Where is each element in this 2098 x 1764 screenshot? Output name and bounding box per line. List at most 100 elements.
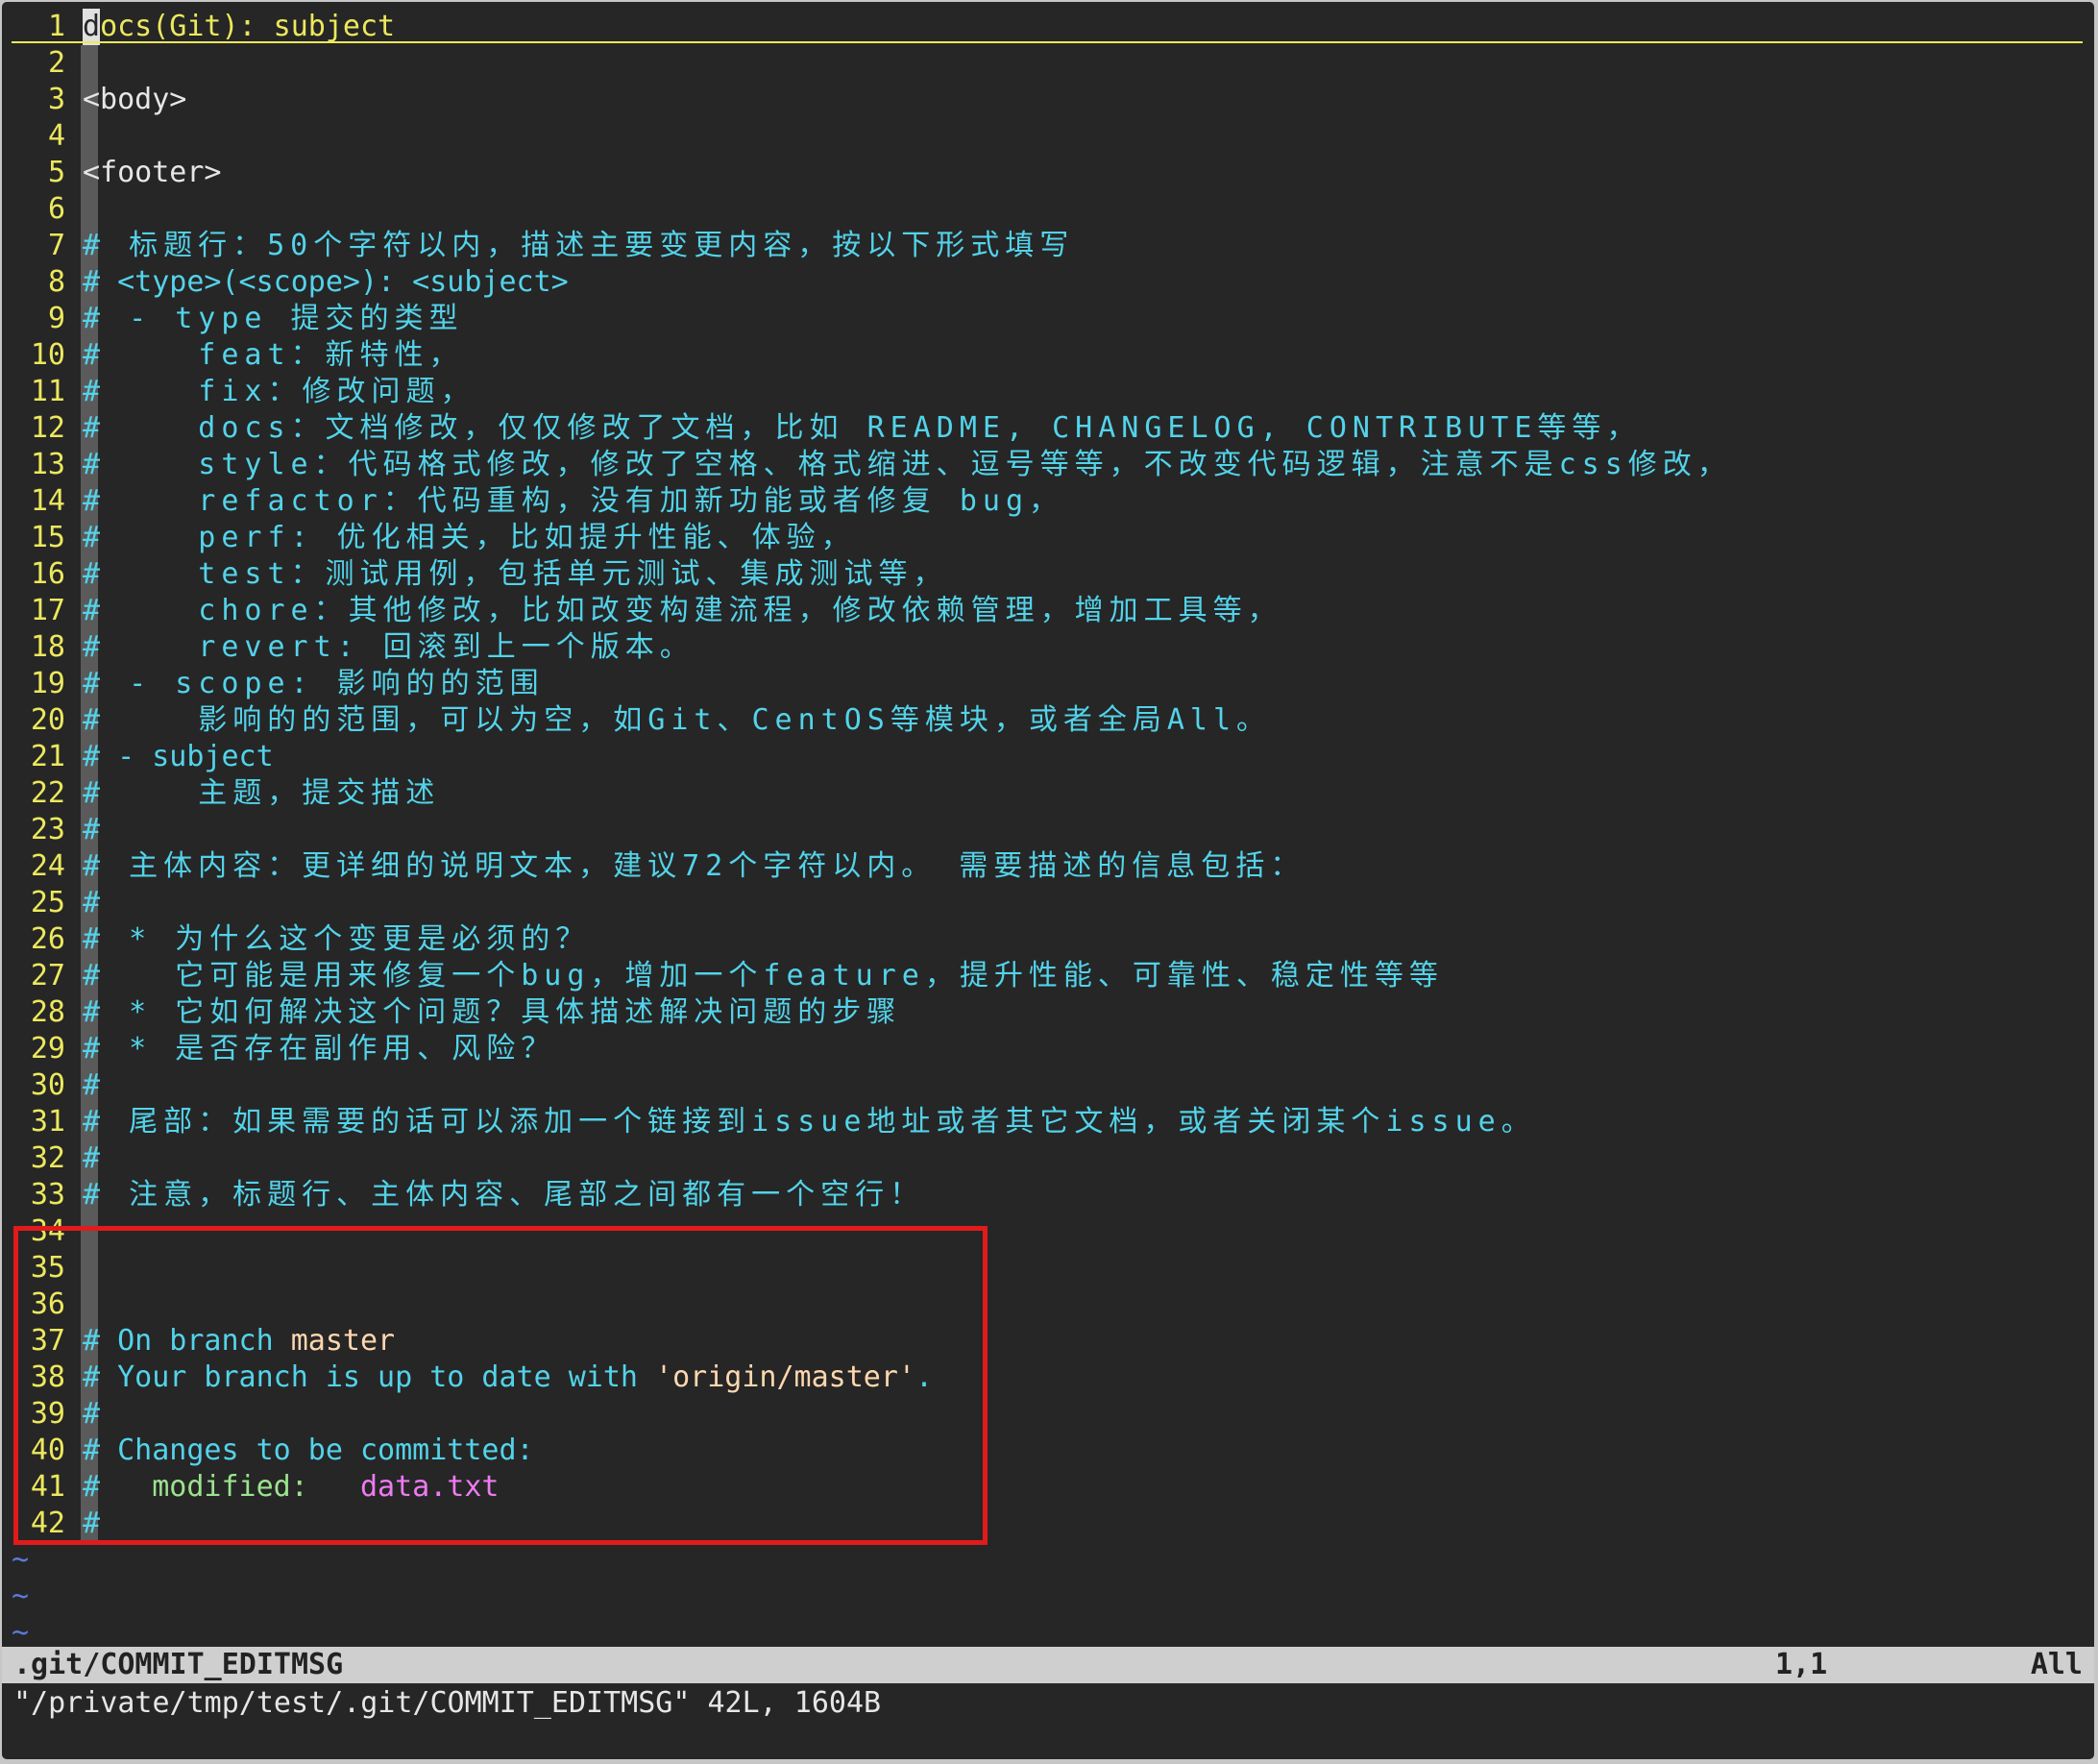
line-text[interactable]: # docs：文档修改，仅仅修改了文档，比如 README, CHANGELOG… [83,410,1641,447]
line-number: 15 [30,521,65,554]
line-text[interactable]: # fix：修改问题， [83,374,476,410]
editor-line[interactable]: 32 # [2,1140,2094,1177]
text-segment: # [83,1397,101,1431]
line-text[interactable]: # <type>(<scope>): <subject> [83,264,569,301]
line-text[interactable]: # feat：新特性， [83,337,464,374]
editor-line[interactable]: 42 # [2,1506,2094,1542]
editor-line[interactable]: 18 # revert: 回滚到上一个版本。 [2,629,2094,666]
editor-line[interactable]: 25 # [2,885,2094,921]
editor-line[interactable]: 33 # 注意，标题行、主体内容、尾部之间都有一个空行！ [2,1177,2094,1213]
editor-line[interactable]: 34 [2,1213,2094,1250]
line-text[interactable]: # 标题行：50个字符以内，描述主要变更内容，按以下形式填写 [83,228,1074,264]
line-text[interactable]: # [83,812,100,848]
text-segment: data.txt [360,1470,500,1504]
line-text[interactable]: # * 它如何解决这个问题？具体描述解决问题的步骤 [83,994,901,1031]
editor-line[interactable]: 29 # * 是否存在副作用、风险？ [2,1031,2094,1067]
line-text[interactable]: # - scope: 影响的的范围 [83,666,545,702]
line-text[interactable]: # [83,885,100,921]
line-text[interactable]: # modified: data.txt [83,1469,500,1506]
editor-line[interactable]: 37 # On branch master [2,1323,2094,1360]
line-text[interactable]: # - subject [83,739,274,775]
editor-line[interactable]: 7 # 标题行：50个字符以内，描述主要变更内容，按以下形式填写 [2,228,2094,264]
line-text[interactable]: # refactor：代码重构，没有加新功能或者修复 bug， [83,483,1063,520]
line-text[interactable]: # test：测试用例，包括单元测试、集成测试等， [83,556,948,593]
vim-window[interactable]: 1 docs(Git): subject 2 3 <body> 4 5 <footer> 6 7 #… [2,2,2094,1759]
line-text[interactable]: # [83,1067,100,1104]
line-text[interactable]: docs(Git): subject [83,9,395,45]
cursorline-underline [12,41,2083,43]
line-text[interactable]: # 主题，提交描述 [83,775,440,812]
editor-line[interactable]: 2 [2,45,2094,82]
line-text[interactable]: # [83,1506,100,1542]
text-segment: # Changes to be committed: [83,1433,534,1467]
editor-line[interactable]: 20 # 影响的的范围，可以为空，如Git、CentOS等模块，或者全局All。 [2,702,2094,739]
editor-line[interactable]: 22 # 主题，提交描述 [2,775,2094,812]
line-text[interactable]: # style：代码格式修改，修改了空格、格式缩进、逗号等等，不改变代码逻辑，注… [83,447,1732,483]
text-cursor: d [83,9,101,45]
line-text[interactable]: # 它可能是用来修复一个bug，增加一个feature，提升性能、可靠性、稳定性… [83,958,1444,994]
editor-line[interactable]: 12 # docs：文档修改，仅仅修改了文档，比如 README, CHANGEL… [2,410,2094,447]
editor-line[interactable]: 31 # 尾部：如果需要的话可以添加一个链接到issue地址或者其它文档，或者关闭… [2,1104,2094,1140]
editor-line[interactable]: 17 # chore：其他修改，比如改变构建流程，修改依赖管理，增加工具等， [2,593,2094,629]
editor-line[interactable]: 24 # 主体内容：更详细的说明文本，建议72个字符以内。 需要描述的信息包括： [2,848,2094,885]
line-text[interactable]: # [83,1396,100,1433]
editor-line[interactable]: 11 # fix：修改问题， [2,374,2094,410]
editor-line[interactable]: 8 # <type>(<scope>): <subject> [2,264,2094,301]
editor-line[interactable]: 1 docs(Git): subject [2,9,2094,45]
line-text[interactable]: # * 是否存在副作用、风险？ [83,1031,555,1067]
editor-line[interactable]: 9 # - type 提交的类型 [2,301,2094,337]
line-text[interactable]: # [83,1140,100,1177]
text-segment: # chore：其他修改，比如改变构建流程，修改依赖管理，增加工具等， [83,594,1282,627]
editor-line[interactable]: 16 # test：测试用例，包括单元测试、集成测试等， [2,556,2094,593]
line-text[interactable]: # Your branch is up to date with 'origin… [83,1360,933,1396]
line-text[interactable]: # revert: 回滚到上一个版本。 [83,629,695,666]
line-text[interactable]: <body> [83,82,186,118]
sign-column [81,1213,98,1250]
editor-line[interactable]: 4 [2,118,2094,155]
editor-line[interactable]: 41 # modified: data.txt [2,1469,2094,1506]
editor-line[interactable]: 21 # - subject [2,739,2094,775]
text-segment: # test：测试用例，包括单元测试、集成测试等， [83,557,948,591]
text-segment: master [290,1324,396,1358]
text-segment: # [83,1068,101,1102]
editor-line[interactable]: 28 # * 它如何解决这个问题？具体描述解决问题的步骤 [2,994,2094,1031]
editor-line[interactable]: 38 # Your branch is up to date with 'orig… [2,1360,2094,1396]
editor-line[interactable]: 19 # - scope: 影响的的范围 [2,666,2094,702]
message-line: "/private/tmp/test/.git/COMMIT_EDITMSG" … [13,1686,882,1720]
status-scroll-indicator: All [2030,1648,2083,1681]
line-text[interactable]: # perf: 优化相关，比如提升性能、体验， [83,520,856,556]
text-segment: # * 是否存在副作用、风险？ [83,1032,556,1066]
line-text[interactable]: # 主体内容：更详细的说明文本，建议72个字符以内。 需要描述的信息包括： [83,848,1305,885]
editor-line[interactable]: 10 # feat：新特性， [2,337,2094,374]
editor-line[interactable]: 5 <footer> [2,155,2094,191]
editor-line[interactable]: 36 [2,1286,2094,1323]
editor-line[interactable]: 27 # 它可能是用来修复一个bug，增加一个feature，提升性能、可靠性、稳… [2,958,2094,994]
editor-line[interactable]: 14 # refactor：代码重构，没有加新功能或者修复 bug， [2,483,2094,520]
line-text[interactable]: # Changes to be committed: [83,1433,534,1469]
editor-line[interactable]: 3 <body> [2,82,2094,118]
line-text[interactable]: # - type 提交的类型 [83,301,464,337]
text-segment: # 尾部：如果需要的话可以添加一个链接到issue地址或者其它文档，或者关闭某个… [83,1105,1536,1139]
editor-line[interactable]: 6 [2,191,2094,228]
line-number: 31 [30,1105,65,1139]
line-text[interactable]: <footer> [83,155,222,191]
line-text[interactable]: # chore：其他修改，比如改变构建流程，修改依赖管理，增加工具等， [83,593,1282,629]
line-number: 9 [47,302,65,335]
text-segment: <body> [83,83,187,116]
editor-line[interactable]: 39 # [2,1396,2094,1433]
line-number: 28 [30,995,65,1029]
editor-line[interactable]: 30 # [2,1067,2094,1104]
editor-line[interactable]: 26 # * 为什么这个变更是必须的？ [2,921,2094,958]
editor-line[interactable]: 23 # [2,812,2094,848]
line-text[interactable]: # On branch master [83,1323,395,1360]
line-number: 20 [30,703,65,737]
line-text[interactable]: # 注意，标题行、主体内容、尾部之间都有一个空行！ [83,1177,924,1213]
editor-line[interactable]: 15 # perf: 优化相关，比如提升性能、体验， [2,520,2094,556]
editor-line[interactable]: 35 [2,1250,2094,1286]
line-text[interactable]: # 尾部：如果需要的话可以添加一个链接到issue地址或者其它文档，或者关闭某个… [83,1104,1536,1140]
editor-buffer[interactable]: 1 docs(Git): subject 2 3 <body> 4 5 <footer> 6 7 #… [2,9,2094,1652]
editor-line[interactable]: 13 # style：代码格式修改，修改了空格、格式缩进、逗号等等，不改变代码逻辑… [2,447,2094,483]
line-text[interactable]: # * 为什么这个变更是必须的？ [83,921,590,958]
editor-line[interactable]: 40 # Changes to be committed: [2,1433,2094,1469]
line-text[interactable]: # 影响的的范围，可以为空，如Git、CentOS等模块，或者全局All。 [83,702,1271,739]
